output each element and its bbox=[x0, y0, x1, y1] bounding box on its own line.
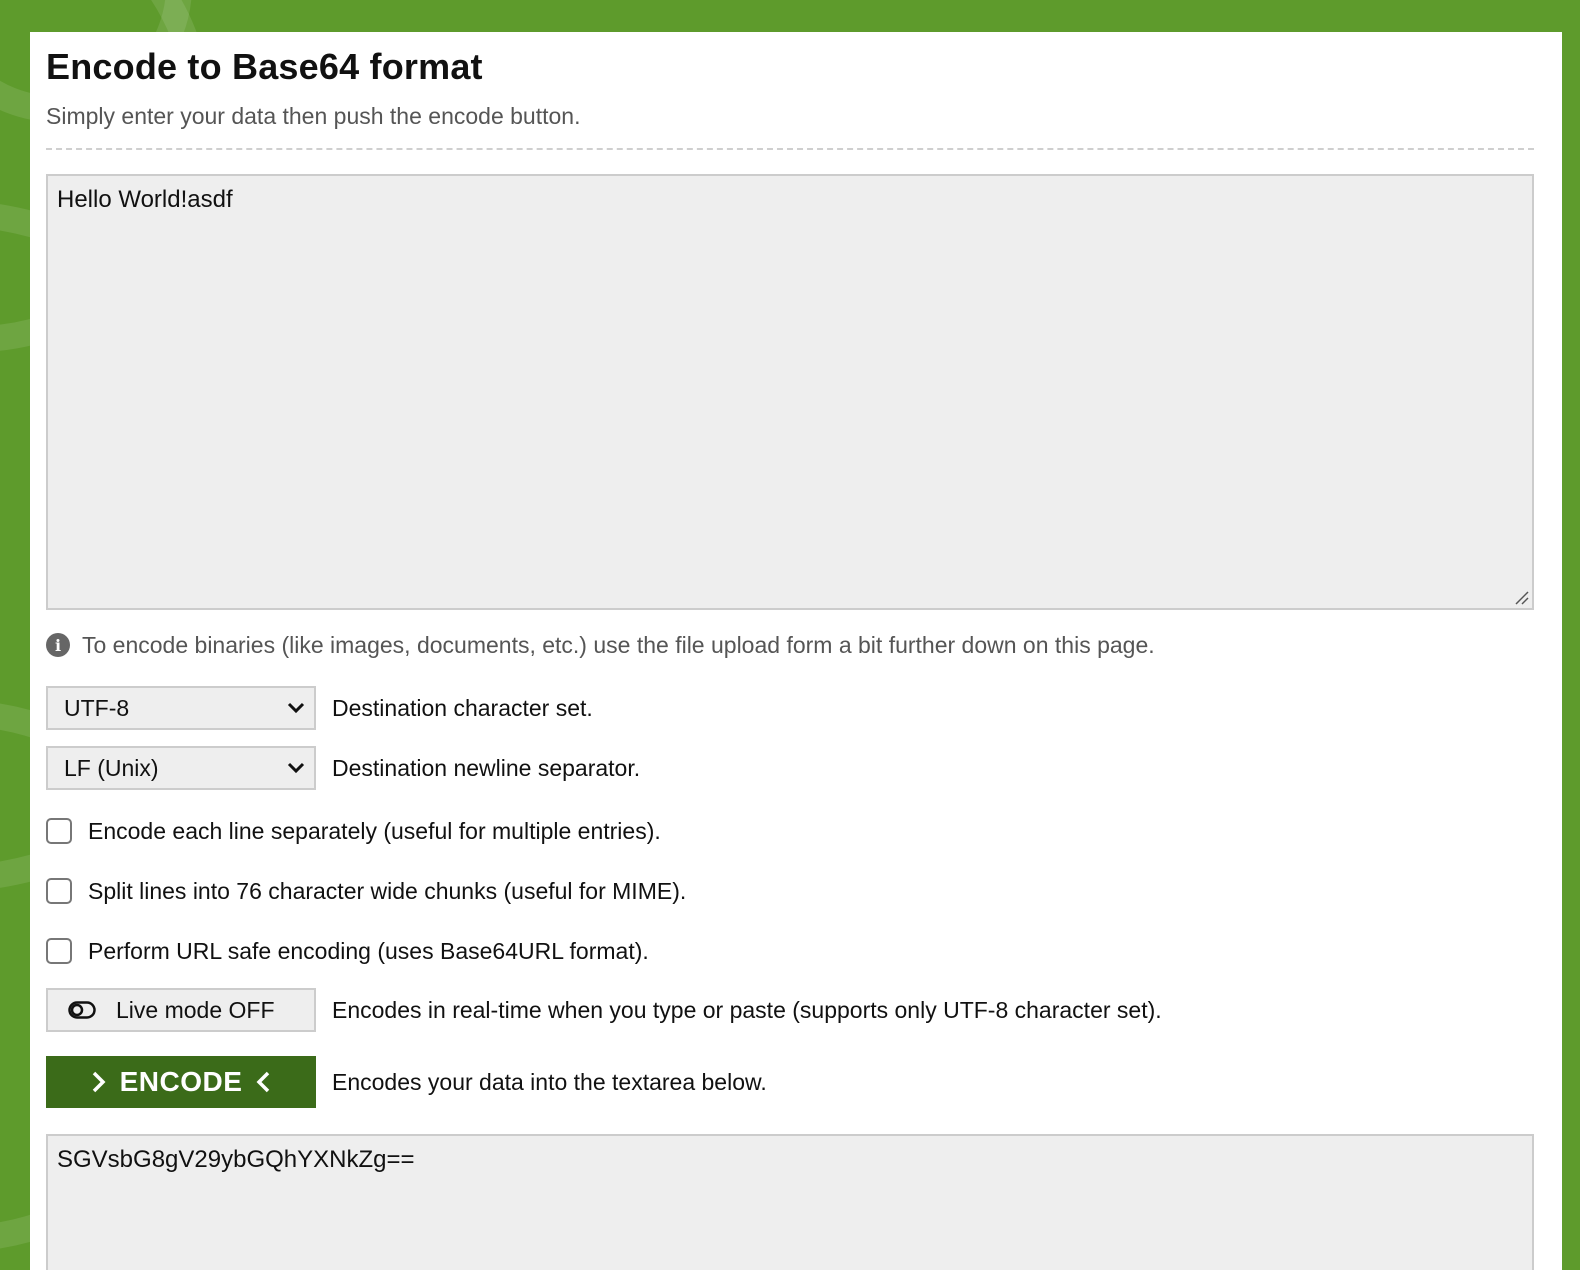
page-subtitle: Simply enter your data then push the enc… bbox=[46, 103, 581, 129]
binary-info: i To encode binaries (like images, docum… bbox=[46, 630, 1546, 660]
live-mode-row: Live mode OFF Encodes in real-time when … bbox=[46, 988, 1546, 1032]
charset-selected: UTF-8 bbox=[64, 694, 130, 721]
top-nav-strip bbox=[0, 0, 1580, 32]
encode-button[interactable]: ENCODE bbox=[46, 1056, 316, 1108]
split-lines-label[interactable]: Split lines into 76 character wide chunk… bbox=[88, 878, 686, 905]
chevron-left-icon bbox=[256, 1071, 270, 1093]
encode-button-label: ENCODE bbox=[119, 1066, 243, 1097]
page-title: Encode to Base64 format bbox=[46, 46, 483, 87]
encode-description: Encodes your data into the textarea belo… bbox=[332, 1068, 767, 1095]
url-safe-checkbox[interactable] bbox=[46, 938, 72, 964]
encode-row: ENCODE Encodes your data into the textar… bbox=[46, 1056, 1546, 1108]
charset-label: Destination character set. bbox=[332, 694, 593, 721]
input-text: Hello World!asdf bbox=[57, 186, 233, 213]
live-mode-label: Live mode OFF bbox=[116, 996, 275, 1023]
binary-info-text: To encode binaries (like images, documen… bbox=[82, 631, 1155, 658]
charset-select[interactable]: UTF-8 bbox=[46, 686, 316, 730]
url-safe-label[interactable]: Perform URL safe encoding (uses Base64UR… bbox=[88, 938, 649, 965]
toggle-off-icon bbox=[68, 1001, 96, 1019]
output-textarea[interactable]: SGVsbG8gV29ybGQhYXNkZg== bbox=[46, 1134, 1534, 1270]
split-lines-checkbox[interactable] bbox=[46, 878, 72, 904]
charset-row: UTF-8 Destination character set. bbox=[46, 686, 1546, 730]
newline-row: LF (Unix) Destination newline separator. bbox=[46, 746, 1546, 790]
output-text: SGVsbG8gV29ybGQhYXNkZg== bbox=[57, 1146, 415, 1173]
divider bbox=[46, 148, 1534, 150]
each-line-checkbox[interactable] bbox=[46, 818, 72, 844]
newline-label: Destination newline separator. bbox=[332, 754, 641, 781]
each-line-label[interactable]: Encode each line separately (useful for … bbox=[88, 818, 661, 845]
option-url-safe: Perform URL safe encoding (uses Base64UR… bbox=[46, 934, 1546, 968]
chevron-down-icon bbox=[287, 762, 305, 774]
live-mode-toggle[interactable]: Live mode OFF bbox=[46, 988, 316, 1032]
live-mode-description: Encodes in real-time when you type or pa… bbox=[332, 996, 1162, 1023]
encoder-panel: Encode to Base64 format Simply enter you… bbox=[30, 32, 1562, 1270]
newline-selected: LF (Unix) bbox=[64, 754, 159, 781]
option-split-lines: Split lines into 76 character wide chunk… bbox=[46, 874, 1546, 908]
resize-grip-icon[interactable] bbox=[1513, 589, 1529, 605]
input-textarea[interactable]: Hello World!asdf bbox=[46, 174, 1534, 610]
newline-select[interactable]: LF (Unix) bbox=[46, 746, 316, 790]
chevron-right-icon bbox=[92, 1071, 106, 1093]
info-icon: i bbox=[46, 633, 70, 657]
chevron-down-icon bbox=[287, 702, 305, 714]
option-each-line: Encode each line separately (useful for … bbox=[46, 814, 1546, 848]
